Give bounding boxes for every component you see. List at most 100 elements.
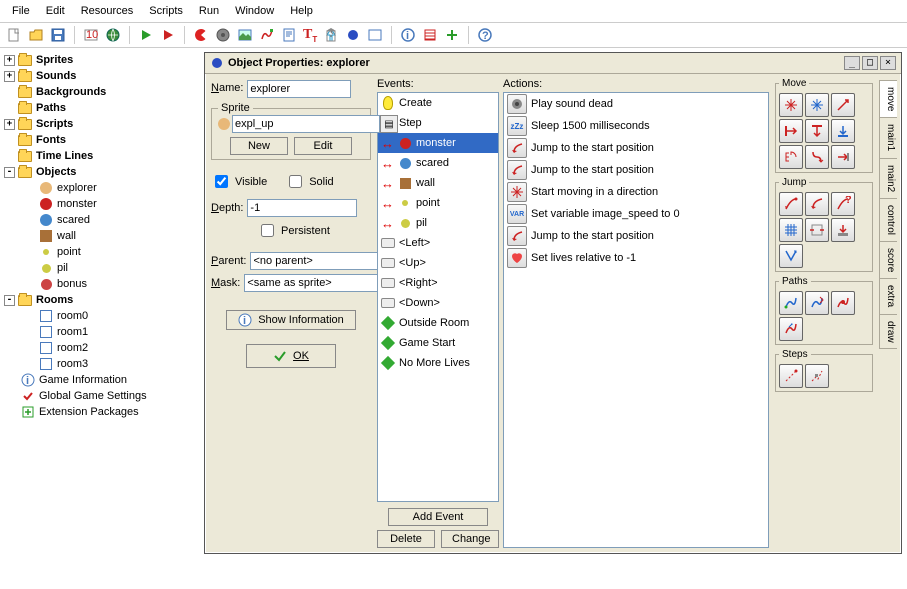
event-collision-pil[interactable]: ↔pil xyxy=(378,213,498,233)
action-set-friction[interactable] xyxy=(831,145,855,169)
expand-icon[interactable]: + xyxy=(4,71,15,82)
settings-icon[interactable] xyxy=(422,27,438,43)
collapse-icon[interactable]: - xyxy=(4,167,15,178)
tree-object-monster[interactable]: monster xyxy=(2,196,198,212)
tree-object-scared[interactable]: scared xyxy=(2,212,198,228)
depth-input[interactable] xyxy=(247,199,357,217)
new-icon[interactable] xyxy=(6,27,22,43)
action-path-start[interactable] xyxy=(779,291,803,315)
tab-control[interactable]: control xyxy=(879,198,897,242)
action-speed-horizontal[interactable] xyxy=(779,119,803,143)
sprite-browse-button[interactable]: ▤ xyxy=(380,115,398,133)
event-key-down[interactable]: <Down> xyxy=(378,293,498,313)
tree-room-0[interactable]: room0 xyxy=(2,308,198,324)
sprite-select[interactable] xyxy=(232,115,380,133)
event-key-left[interactable]: <Left> xyxy=(378,233,498,253)
name-input[interactable] xyxy=(247,80,351,98)
tab-main2[interactable]: main2 xyxy=(879,158,897,199)
debug-icon[interactable] xyxy=(160,27,176,43)
publish-icon[interactable] xyxy=(105,27,121,43)
menu-run[interactable]: Run xyxy=(191,2,227,20)
action-move-towards[interactable] xyxy=(831,93,855,117)
tree-object-wall[interactable]: wall xyxy=(2,228,198,244)
run-icon[interactable] xyxy=(138,27,154,43)
event-collision-monster[interactable]: ↔monster xyxy=(378,133,498,153)
tree-object-bonus[interactable]: bonus xyxy=(2,276,198,292)
add-event-button[interactable]: Add Event xyxy=(388,508,488,526)
action-set-variable[interactable]: VARSet variable image_speed to 0 xyxy=(504,203,768,225)
tree-object-pil[interactable]: pil xyxy=(2,260,198,276)
action-speed-vertical[interactable] xyxy=(805,119,829,143)
tree-game-settings[interactable]: Global Game Settings xyxy=(2,388,198,404)
action-jump-start[interactable]: Jump to the start position xyxy=(504,225,768,247)
action-jump-start[interactable]: Jump to the start position xyxy=(504,137,768,159)
tree-scripts[interactable]: +Scripts xyxy=(2,116,198,132)
action-jump-random[interactable]: ? xyxy=(831,192,855,216)
tree-room-3[interactable]: room3 xyxy=(2,356,198,372)
solid-checkbox[interactable]: Solid xyxy=(285,172,333,191)
tree-room-2[interactable]: room2 xyxy=(2,340,198,356)
change-event-button[interactable]: Change xyxy=(441,530,499,548)
event-game-start[interactable]: Game Start xyxy=(378,333,498,353)
action-set-gravity[interactable] xyxy=(831,119,855,143)
action-step-towards[interactable] xyxy=(779,364,803,388)
maximize-button[interactable]: □ xyxy=(862,56,878,70)
event-create[interactable]: Create xyxy=(378,93,498,113)
action-path-end[interactable] xyxy=(805,291,829,315)
show-info-button[interactable]: iShow Information xyxy=(226,310,356,330)
action-jump-position[interactable] xyxy=(779,192,803,216)
minimize-button[interactable]: _ xyxy=(844,56,860,70)
tree-sprites[interactable]: +Sprites xyxy=(2,52,198,68)
event-no-more-lives[interactable]: No More Lives xyxy=(378,353,498,373)
pacman-icon[interactable] xyxy=(193,27,209,43)
tree-objects[interactable]: -Objects xyxy=(2,164,198,180)
event-outside-room[interactable]: Outside Room xyxy=(378,313,498,333)
tree-extensions[interactable]: Extension Packages xyxy=(2,404,198,420)
close-button[interactable]: × xyxy=(880,56,896,70)
collapse-icon[interactable]: - xyxy=(4,295,15,306)
timeline-icon[interactable] xyxy=(323,27,339,43)
tree-paths[interactable]: Paths xyxy=(2,100,198,116)
action-sleep[interactable]: zZzSleep 1500 milliseconds xyxy=(504,115,768,137)
action-jump-start[interactable]: Jump to the start position xyxy=(504,159,768,181)
event-key-up[interactable]: <Up> xyxy=(378,253,498,273)
action-path-position[interactable] xyxy=(831,291,855,315)
font-icon[interactable]: TT xyxy=(303,27,317,44)
action-reverse-vertical[interactable] xyxy=(805,145,829,169)
menu-help[interactable]: Help xyxy=(282,2,321,20)
action-wrap-screen[interactable] xyxy=(805,218,829,242)
action-path-speed[interactable] xyxy=(779,317,803,341)
tree-game-info[interactable]: iGame Information xyxy=(2,372,198,388)
dialog-titlebar[interactable]: Object Properties: explorer _ □ × xyxy=(205,53,901,74)
tree-sounds[interactable]: +Sounds xyxy=(2,68,198,84)
create-exe-icon[interactable]: 101 xyxy=(83,27,99,43)
save-icon[interactable] xyxy=(50,27,66,43)
menu-window[interactable]: Window xyxy=(227,2,282,20)
action-reverse-horizontal[interactable] xyxy=(779,145,803,169)
expand-icon[interactable]: + xyxy=(4,55,15,66)
object-icon[interactable] xyxy=(345,27,361,43)
expand-icon[interactable]: + xyxy=(4,119,15,130)
event-collision-point[interactable]: ↔point xyxy=(378,193,498,213)
resource-tree[interactable]: +Sprites +Sounds Backgrounds Paths +Scri… xyxy=(0,48,200,589)
action-move-free[interactable] xyxy=(805,93,829,117)
action-move-contact[interactable] xyxy=(831,218,855,242)
path-icon[interactable] xyxy=(259,27,275,43)
room-icon[interactable] xyxy=(367,27,383,43)
tree-rooms[interactable]: -Rooms xyxy=(2,292,198,308)
action-jump-start[interactable] xyxy=(805,192,829,216)
edit-sprite-button[interactable]: Edit xyxy=(294,137,352,155)
background-icon[interactable] xyxy=(237,27,253,43)
tree-object-point[interactable]: point xyxy=(2,244,198,260)
tab-score[interactable]: score xyxy=(879,241,897,279)
persistent-checkbox[interactable]: Persistent xyxy=(257,221,371,240)
event-collision-wall[interactable]: ↔wall xyxy=(378,173,498,193)
event-collision-scared[interactable]: ↔scared xyxy=(378,153,498,173)
help-icon[interactable]: ? xyxy=(477,27,493,43)
events-listbox[interactable]: Create Step ↔monster ↔scared ↔wall ↔poin… xyxy=(377,92,499,502)
menu-file[interactable]: File xyxy=(4,2,38,20)
mask-select[interactable] xyxy=(244,274,392,292)
sound-icon[interactable] xyxy=(215,27,231,43)
action-play-sound[interactable]: Play sound dead xyxy=(504,93,768,115)
game-info-icon[interactable]: i xyxy=(400,27,416,43)
